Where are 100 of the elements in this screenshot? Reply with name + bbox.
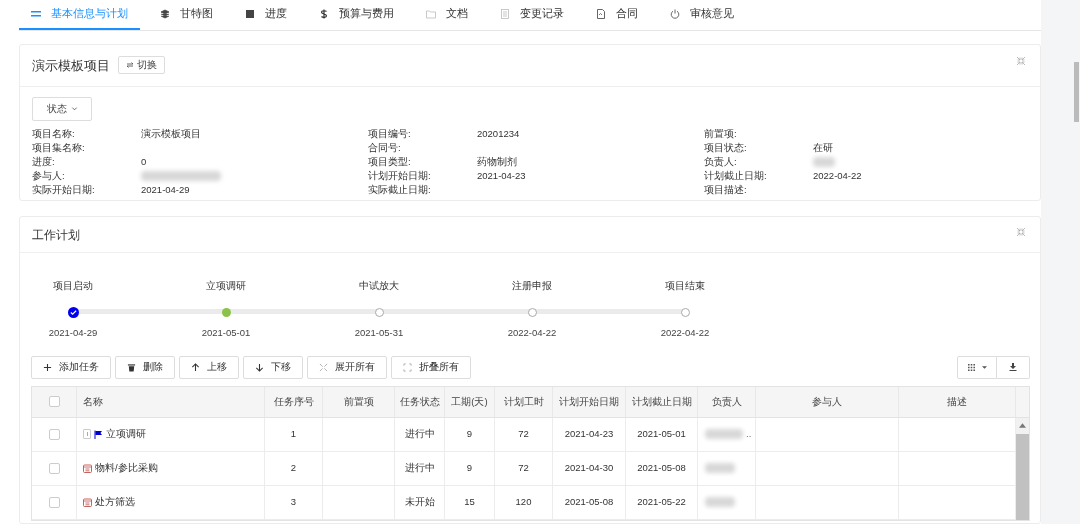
field-value: 2021-04-23 xyxy=(477,168,526,183)
table-cell: 2 xyxy=(290,461,297,476)
down-arrow-icon xyxy=(255,362,264,372)
field-label: 项目状态: xyxy=(704,140,748,155)
field-label: 计划截止日期: xyxy=(704,168,768,183)
power-icon xyxy=(670,8,680,19)
column-header: 工期(天) xyxy=(451,394,488,409)
table-cell: 9 xyxy=(466,427,473,442)
blurred-value xyxy=(705,429,743,440)
column-header: 负责人 xyxy=(711,394,742,409)
task-name: 物料/参比采购 xyxy=(95,461,158,476)
table-cell: 进行中 xyxy=(404,427,435,442)
flag-icon xyxy=(94,429,103,439)
download-button[interactable] xyxy=(997,355,1030,379)
expand-icon xyxy=(319,362,328,372)
field-label: 计划开始日期: xyxy=(368,168,432,183)
milestone-date: 2021-04-29 xyxy=(48,326,98,341)
column-header: 计划工时 xyxy=(503,394,544,409)
task-name: 立项调研 xyxy=(106,427,146,442)
document-icon xyxy=(500,8,510,19)
field-label: 实际截止日期: xyxy=(368,182,432,197)
table-cell: 进行中 xyxy=(404,461,435,476)
table-cell: 15 xyxy=(464,495,475,510)
field-label: 项目编号: xyxy=(368,126,412,141)
tab[interactable]: 变更记录 xyxy=(488,0,576,30)
field-label: 项目描述: xyxy=(704,182,748,197)
milestone-date: 2022-04-22 xyxy=(660,326,710,341)
field-label: 合同号: xyxy=(368,140,402,155)
swap-icon xyxy=(126,61,134,70)
milestone-date: 2022-04-22 xyxy=(507,326,557,341)
milestone-date: 2021-05-31 xyxy=(354,326,404,341)
field-value: 2022-04-22 xyxy=(813,168,862,183)
column-header: 参与人 xyxy=(812,394,842,409)
field-label: 前置项: xyxy=(704,126,738,141)
field-label: 参与人: xyxy=(32,168,66,183)
toolbar-button[interactable]: 上移 xyxy=(179,355,239,379)
page-scrollbar[interactable] xyxy=(1074,62,1079,122)
up-arrow-icon xyxy=(191,362,200,372)
tab[interactable]: 甘特图 xyxy=(148,0,225,30)
milestone-label: 注册申报 xyxy=(512,279,552,294)
blurred-value xyxy=(813,156,835,167)
toolbar-button[interactable]: 下移 xyxy=(243,355,303,379)
milestone-label: 项目结束 xyxy=(665,279,705,294)
tab[interactable]: 合同 xyxy=(584,0,650,30)
milestone-label: 项目启动 xyxy=(53,279,93,294)
checkbox[interactable] xyxy=(48,428,60,440)
scroll-up-icon[interactable] xyxy=(1019,422,1026,428)
tab[interactable]: 文档 xyxy=(414,0,480,30)
table-cell: 2021-05-01 xyxy=(637,427,686,442)
field-label: 项目集名称: xyxy=(32,140,86,155)
checkbox[interactable] xyxy=(48,462,60,474)
file-icon xyxy=(596,8,606,19)
table-cell: 1 xyxy=(290,427,297,442)
tab[interactable]: 审核意见 xyxy=(658,0,746,30)
chevron-down-icon xyxy=(70,105,78,113)
table-cell: 9 xyxy=(466,461,473,476)
table-cell: 2021-05-08 xyxy=(637,461,686,476)
field-value: 演示模板项目 xyxy=(141,126,201,141)
caret-icon xyxy=(981,365,987,369)
blurred-value xyxy=(705,497,735,508)
table-cell: 120 xyxy=(515,495,532,510)
toolbar-button[interactable]: 添加任务 xyxy=(31,355,111,379)
table-cell: 72 xyxy=(518,427,529,442)
list-icon xyxy=(31,8,41,19)
tab[interactable]: 进度 xyxy=(233,0,299,30)
status-dropdown[interactable]: 状态 xyxy=(32,96,92,121)
pending-step-marker xyxy=(374,307,384,317)
table-cell: 72 xyxy=(518,461,529,476)
table-cell: 2021-04-23 xyxy=(564,427,614,442)
milestone-date: 2021-05-01 xyxy=(201,326,251,341)
calendar-icon xyxy=(83,463,92,473)
done-step-marker xyxy=(67,306,79,318)
scrollbar[interactable] xyxy=(1016,417,1029,520)
field-value: 0 xyxy=(141,154,147,169)
current-step-marker xyxy=(221,307,231,317)
column-header: 任务状态 xyxy=(399,394,440,409)
checkbox[interactable] xyxy=(48,396,60,408)
shrink-icon[interactable] xyxy=(1016,226,1026,237)
field-label: 实际开始日期: xyxy=(32,182,96,197)
table-cell: 2021-04-30 xyxy=(564,461,614,476)
checkbox[interactable] xyxy=(48,496,60,508)
table-cell: 未开始 xyxy=(404,495,435,510)
tab[interactable]: 预算与费用 xyxy=(307,0,406,30)
dollar-icon xyxy=(319,8,329,19)
switch-button[interactable]: 切换 xyxy=(118,56,165,75)
field-value: 20201234 xyxy=(477,126,520,141)
table-cell: 2021-05-08 xyxy=(564,495,614,510)
toolbar-button[interactable]: 展开所有 xyxy=(307,355,387,379)
square-icon xyxy=(245,8,255,19)
column-header: 描述 xyxy=(947,394,967,409)
shrink-icon[interactable] xyxy=(1016,56,1026,67)
task-name: 处方筛选 xyxy=(95,495,135,510)
milestone-label: 中试放大 xyxy=(359,279,399,294)
folder-icon xyxy=(426,8,436,19)
toolbar-button[interactable]: 折叠所有 xyxy=(391,355,471,379)
pending-step-marker xyxy=(527,307,537,317)
collapse-icon xyxy=(403,362,412,372)
blurred-value xyxy=(705,463,735,474)
toolbar-button[interactable]: 删除 xyxy=(115,355,175,379)
expand-toggle[interactable] xyxy=(83,429,91,440)
